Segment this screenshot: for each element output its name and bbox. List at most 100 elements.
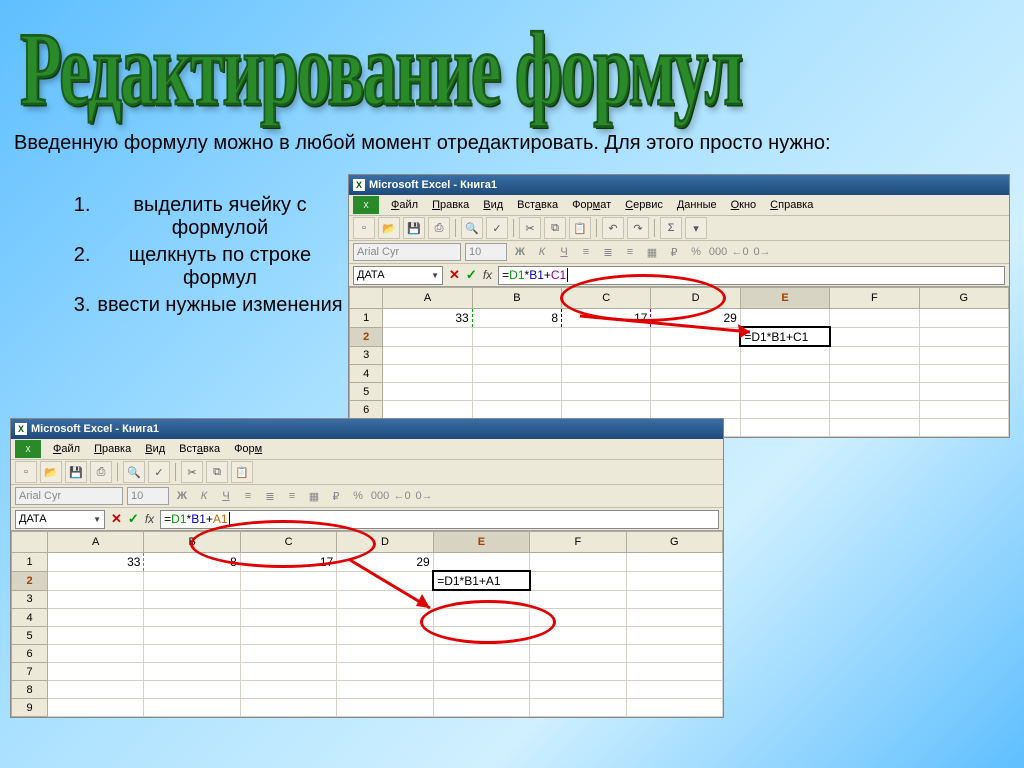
new-icon[interactable]: ▫ <box>15 461 37 483</box>
new-icon[interactable]: ▫ <box>353 217 375 239</box>
toolbar-formatting[interactable]: ЖКЧ ≡≣≡▦ ₽%000←00→ <box>349 241 1009 264</box>
formula-bar[interactable]: ДАТА▼ ✕ ✓ fx =D1*B1+C1 <box>349 264 1009 287</box>
col-c[interactable]: C <box>562 288 651 309</box>
sigma-icon[interactable]: Σ <box>660 217 682 239</box>
comma-icon[interactable]: 000 <box>709 243 727 261</box>
menu-help[interactable]: Справка <box>764 197 819 213</box>
col-a[interactable]: A <box>48 532 144 553</box>
spell-icon[interactable]: ✓ <box>486 217 508 239</box>
toolbar-standard[interactable]: ▫📂💾⎙🔍✓✂⧉📋↶↷Σ▾ <box>349 216 1009 241</box>
col-a[interactable]: A <box>383 288 472 309</box>
underline-button[interactable]: Ч <box>217 487 235 505</box>
col-f[interactable]: F <box>530 532 626 553</box>
titlebar[interactable]: XMicrosoft Excel - Книга1 <box>11 419 723 439</box>
italic-button[interactable]: К <box>533 243 551 261</box>
toolbar-standard[interactable]: ▫📂💾⎙🔍✓✂⧉📋 <box>11 460 723 485</box>
formula-input[interactable]: =D1*B1+C1 <box>498 266 1005 285</box>
cell-f1[interactable] <box>830 309 919 328</box>
size-select[interactable] <box>465 243 507 261</box>
font-select[interactable] <box>353 243 461 261</box>
font-select[interactable] <box>15 487 123 505</box>
enter-icon[interactable]: ✓ <box>128 511 139 527</box>
enter-icon[interactable]: ✓ <box>466 267 477 283</box>
col-b[interactable]: B <box>472 288 561 309</box>
cell-a1[interactable]: 33 <box>383 309 472 328</box>
cell-e1[interactable] <box>740 309 829 328</box>
col-g[interactable]: G <box>919 288 1008 309</box>
preview-icon[interactable]: 🔍 <box>123 461 145 483</box>
dropdown-icon[interactable]: ▼ <box>431 271 439 280</box>
col-c[interactable]: C <box>240 532 336 553</box>
dropdown-icon[interactable]: ▼ <box>93 515 101 524</box>
cancel-icon[interactable]: ✕ <box>111 511 122 527</box>
dec-dec-icon[interactable]: 0→ <box>753 243 771 261</box>
menu-insert[interactable]: Вставка <box>173 441 226 457</box>
row-2[interactable]: 2 <box>350 327 383 346</box>
cancel-icon[interactable]: ✕ <box>449 267 460 283</box>
formula-bar[interactable]: ДАТА▼ ✕✓fx =D1*B1+A1 <box>11 508 723 531</box>
name-box[interactable]: ДАТА▼ <box>15 510 105 529</box>
spreadsheet-grid[interactable]: ABCDEFG 13381729 2=D1*B1+A1 3 4 5 6 7 8 … <box>11 531 723 717</box>
undo-icon[interactable]: ↶ <box>602 217 624 239</box>
fx-icon[interactable]: fx <box>483 268 492 282</box>
align-right-icon[interactable]: ≡ <box>621 243 639 261</box>
col-d[interactable]: D <box>651 288 740 309</box>
align-left-icon[interactable]: ≡ <box>577 243 595 261</box>
col-e[interactable]: E <box>740 288 829 309</box>
cell-b1[interactable]: 8 <box>472 309 561 328</box>
paste-icon[interactable]: 📋 <box>569 217 591 239</box>
copy-icon[interactable]: ⧉ <box>544 217 566 239</box>
menu-view[interactable]: Вид <box>477 197 509 213</box>
redo-icon[interactable]: ↷ <box>627 217 649 239</box>
col-g[interactable]: G <box>626 532 722 553</box>
cell-d1[interactable]: 29 <box>337 553 433 572</box>
cell-c1[interactable]: 17 <box>562 309 651 328</box>
inc-dec-icon[interactable]: ←0 <box>731 243 749 261</box>
copy-icon[interactable]: ⧉ <box>206 461 228 483</box>
cell-e2-active[interactable]: =D1*B1+A1 <box>433 571 529 590</box>
col-b[interactable]: B <box>144 532 240 553</box>
save-icon[interactable]: 💾 <box>403 217 425 239</box>
open-icon[interactable]: 📂 <box>378 217 400 239</box>
menubar[interactable]: X ФайлПравкаВидВставкаФорм <box>11 439 723 460</box>
menu-format[interactable]: Форм <box>228 441 268 457</box>
bold-button[interactable]: Ж <box>173 487 191 505</box>
spell-icon[interactable]: ✓ <box>148 461 170 483</box>
spreadsheet-grid[interactable]: ABCDEFG 13381729 2=D1*B1+C1 3 4 5 6 7 <box>349 287 1009 437</box>
menu-format[interactable]: Формат <box>566 197 617 213</box>
col-d[interactable]: D <box>337 532 433 553</box>
print-icon[interactable]: ⎙ <box>90 461 112 483</box>
name-box[interactable]: ДАТА▼ <box>353 266 443 285</box>
titlebar[interactable]: XMicrosoft Excel - Книга1 <box>349 175 1009 195</box>
cell-a1[interactable]: 33 <box>48 553 144 572</box>
sort-icon[interactable]: ▾ <box>685 217 707 239</box>
col-f[interactable]: F <box>830 288 919 309</box>
align-center-icon[interactable]: ≣ <box>599 243 617 261</box>
toolbar-formatting[interactable]: ЖКЧ ≡≣≡▦₽%000←00→ <box>11 485 723 508</box>
open-icon[interactable]: 📂 <box>40 461 62 483</box>
corner-cell[interactable] <box>350 288 383 309</box>
menu-window[interactable]: Окно <box>725 197 763 213</box>
underline-button[interactable]: Ч <box>555 243 573 261</box>
menu-view[interactable]: Вид <box>139 441 171 457</box>
cell-b1[interactable]: 8 <box>144 553 240 572</box>
menu-edit[interactable]: Правка <box>426 197 475 213</box>
size-select[interactable] <box>127 487 169 505</box>
formula-input[interactable]: =D1*B1+A1 <box>160 510 719 529</box>
preview-icon[interactable]: 🔍 <box>461 217 483 239</box>
menu-insert[interactable]: Вставка <box>511 197 564 213</box>
italic-button[interactable]: К <box>195 487 213 505</box>
cut-icon[interactable]: ✂ <box>519 217 541 239</box>
paste-icon[interactable]: 📋 <box>231 461 253 483</box>
menubar[interactable]: X ФайлПравкаВидВставкаФорматСервисДанные… <box>349 195 1009 216</box>
row-1[interactable]: 1 <box>350 309 383 328</box>
menu-tools[interactable]: Сервис <box>619 197 669 213</box>
merge-icon[interactable]: ▦ <box>643 243 661 261</box>
percent-icon[interactable]: % <box>687 243 705 261</box>
currency-icon[interactable]: ₽ <box>665 243 683 261</box>
menu-file[interactable]: Файл <box>385 197 424 213</box>
col-e[interactable]: E <box>433 532 529 553</box>
cell-d1[interactable]: 29 <box>651 309 740 328</box>
cell-e2-active[interactable]: =D1*B1+C1 <box>740 327 829 346</box>
menu-edit[interactable]: Правка <box>88 441 137 457</box>
